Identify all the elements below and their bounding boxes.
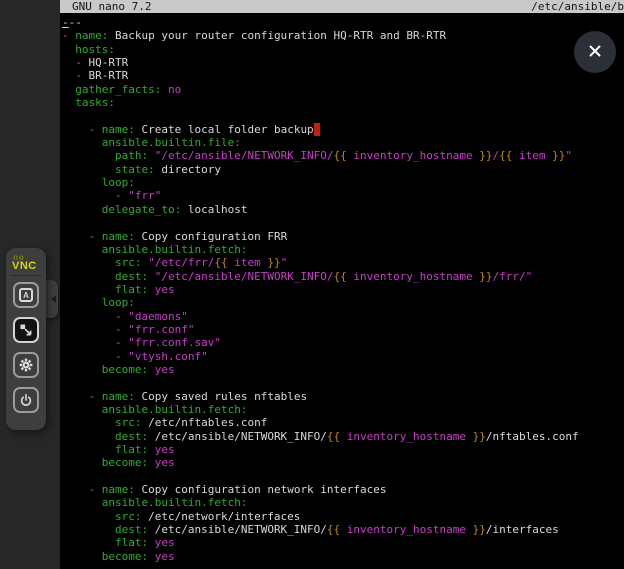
code-line: delegate_to: localhost bbox=[62, 203, 624, 216]
code-line: loop: bbox=[62, 176, 624, 189]
code-line: tasks: bbox=[62, 96, 624, 109]
code-line: hosts: bbox=[62, 43, 624, 56]
control-bar-divider bbox=[10, 275, 42, 276]
code-line: become: yes bbox=[62, 363, 624, 376]
code-line: flat: yes bbox=[62, 443, 624, 456]
code-line: dest: /etc/ansible/NETWORK_INFO/{{ inven… bbox=[62, 523, 624, 536]
screen: no VNC A bbox=[0, 0, 624, 569]
code-line: - name: Create local folder backup bbox=[62, 123, 624, 136]
code-line: dest: "/etc/ansible/NETWORK_INFO/{{ inve… bbox=[62, 270, 624, 283]
code-line: - HQ-RTR bbox=[62, 56, 624, 69]
code-line: - "vtysh.conf" bbox=[62, 350, 624, 363]
code-line: ansible.builtin.fetch: bbox=[62, 496, 624, 509]
settings-button[interactable] bbox=[13, 352, 39, 378]
code-line: dest: /etc/ansible/NETWORK_INFO/{{ inven… bbox=[62, 430, 624, 443]
code-line bbox=[62, 216, 624, 229]
close-icon bbox=[587, 43, 603, 62]
code-line: - "frr.conf.sav" bbox=[62, 336, 624, 349]
code-line: flat: yes bbox=[62, 283, 624, 296]
terminal-window[interactable]: GNU nano 7.2 /etc/ansible/b ---- name: B… bbox=[60, 0, 624, 569]
code-line: ansible.builtin.file: bbox=[62, 136, 624, 149]
code-line: - name: Copy configuration network inter… bbox=[62, 483, 624, 496]
fullscreen-button[interactable] bbox=[13, 317, 39, 343]
code-line bbox=[62, 109, 624, 122]
power-icon bbox=[18, 392, 34, 408]
collapse-arrow-icon bbox=[51, 295, 56, 303]
code-line: ansible.builtin.fetch: bbox=[62, 243, 624, 256]
file-path: /etc/ansible/b bbox=[531, 0, 624, 13]
code-line: --- bbox=[62, 16, 624, 29]
code-line bbox=[62, 376, 624, 389]
extra-keys-button[interactable]: A bbox=[13, 282, 39, 308]
nano-version: GNU nano 7.2 bbox=[72, 0, 151, 13]
code-line: loop: bbox=[62, 296, 624, 309]
code-line: become: yes bbox=[62, 456, 624, 469]
control-bar-handle[interactable] bbox=[44, 280, 58, 318]
novnc-logo-vnc: VNC bbox=[12, 262, 40, 271]
novnc-logo: no VNC bbox=[12, 253, 40, 271]
editor-content[interactable]: ---- name: Backup your router configurat… bbox=[60, 13, 624, 569]
code-line: flat: yes bbox=[62, 536, 624, 549]
code-line: src: /etc/nftables.conf bbox=[62, 416, 624, 429]
code-line: gather_facts: no bbox=[62, 83, 624, 96]
novnc-control-bar: no VNC A bbox=[6, 248, 46, 430]
code-line: ansible.builtin.fetch: bbox=[62, 403, 624, 416]
desktop-background: no VNC A bbox=[0, 0, 60, 569]
code-line: state: directory bbox=[62, 163, 624, 176]
close-button[interactable] bbox=[574, 31, 616, 73]
code-line: src: /etc/network/interfaces bbox=[62, 510, 624, 523]
code-line: - BR-RTR bbox=[62, 69, 624, 82]
code-line: become: yes bbox=[62, 550, 624, 563]
code-line: - "frr" bbox=[62, 189, 624, 202]
a-in-box-icon: A bbox=[19, 288, 33, 302]
code-line: - name: Backup your router configuration… bbox=[62, 29, 624, 42]
code-line: path: "/etc/ansible/NETWORK_INFO/{{ inve… bbox=[62, 149, 624, 162]
expand-arrow-icon bbox=[18, 322, 34, 338]
code-line: - "frr.conf" bbox=[62, 323, 624, 336]
code-line: - "daemons" bbox=[62, 310, 624, 323]
power-button[interactable] bbox=[13, 387, 39, 413]
code-line: - name: Copy configuration FRR bbox=[62, 230, 624, 243]
code-line: - name: Copy saved rules nftables bbox=[62, 390, 624, 403]
code-line: src: "/etc/frr/{{ item }}" bbox=[62, 256, 624, 269]
nano-titlebar: GNU nano 7.2 /etc/ansible/b bbox=[60, 0, 624, 13]
code-line bbox=[62, 470, 624, 483]
gear-icon bbox=[18, 357, 34, 373]
